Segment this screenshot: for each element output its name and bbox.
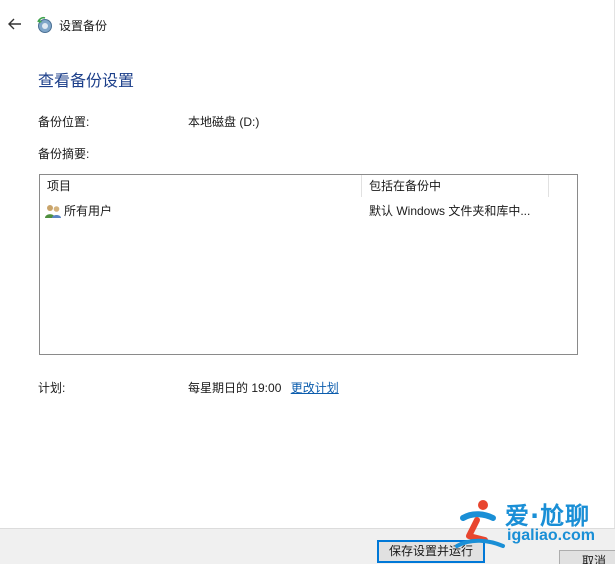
list-row[interactable]: 所有用户 默认 Windows 文件夹和库中... (40, 201, 549, 221)
title-bar: 设置备份 (0, 0, 615, 50)
column-header-item[interactable]: 项目 (40, 175, 362, 197)
backup-summary-label: 备份摘要: (38, 147, 90, 161)
back-arrow-icon (8, 18, 21, 30)
watermark-title: 爱·尬聊 (505, 502, 591, 530)
page-heading: 查看备份设置 (38, 73, 135, 90)
site-watermark: 爱·尬聊 igaliao.com (455, 494, 615, 554)
users-icon (45, 204, 61, 218)
back-button[interactable] (5, 14, 25, 34)
backup-app-icon (37, 16, 52, 33)
change-schedule-link[interactable]: 更改计划 (291, 381, 339, 395)
schedule-label: 计划: (38, 381, 66, 395)
runner-logo-icon (455, 500, 505, 548)
list-cell-included: 默认 Windows 文件夹和库中... (369, 204, 531, 218)
window-title: 设置备份 (59, 19, 108, 33)
backup-settings-window: 设置备份 查看备份设置 备份位置: 本地磁盘 (D:) 备份摘要: 项目 包括在… (0, 0, 615, 564)
list-header: 项目 包括在备份中 (40, 175, 549, 197)
list-cell-item: 所有用户 (45, 201, 355, 221)
schedule-value-row: 每星期日的 19:00 更改计划 (188, 379, 339, 396)
backup-location-label: 备份位置: (38, 115, 90, 129)
backup-location-value: 本地磁盘 (D:) (188, 115, 260, 129)
watermark-url: igaliao.com (507, 527, 596, 544)
schedule-value: 每星期日的 19:00 (188, 381, 282, 395)
column-header-included[interactable]: 包括在备份中 (362, 175, 549, 197)
backup-summary-list[interactable]: 项目 包括在备份中 所有用户 默认 Windows 文件夹和库中... (39, 174, 578, 355)
list-cell-item-label: 所有用户 (64, 204, 113, 218)
